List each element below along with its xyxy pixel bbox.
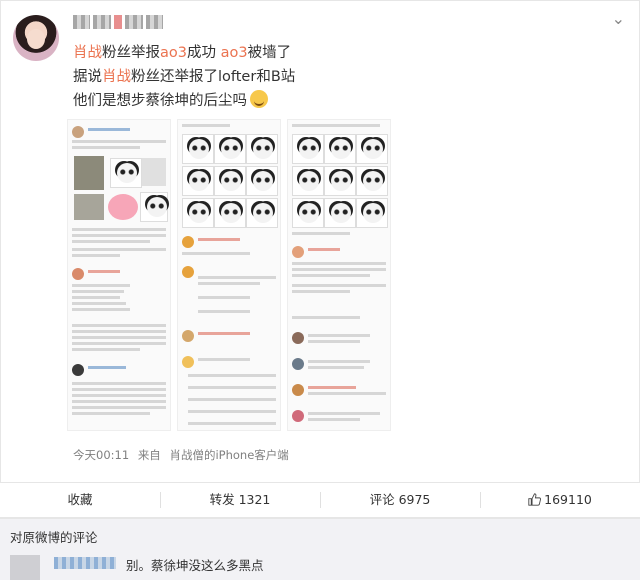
post-meta: 今天00:11 来自 肖战僧的iPhone客户端 <box>73 447 294 463</box>
repost-button[interactable]: 转发 1321 <box>160 483 320 517</box>
comment-username-blurred[interactable] <box>54 557 116 569</box>
like-button[interactable]: 169110 <box>480 483 640 517</box>
post-image-1[interactable] <box>67 119 171 431</box>
from-label: 来自 <box>137 448 161 462</box>
username-blurred[interactable] <box>73 15 163 33</box>
post-image-3[interactable] <box>287 119 391 431</box>
comment-section: 对原微博的评论 别。蔡徐坤没这么多黑点 <box>0 518 640 580</box>
avatar[interactable] <box>10 555 40 580</box>
chevron-down-icon[interactable]: ⌄ <box>612 9 625 28</box>
topic-link[interactable]: ao3 <box>160 45 187 61</box>
post-text: 肖战粉丝举报ao3成功 ao3被墙了 据说肖战粉丝还举报了lofter和B站 他… <box>73 41 593 113</box>
post-line-2: 据说肖战粉丝还举报了lofter和B站 <box>73 69 296 85</box>
post-source[interactable]: 肖战僧的iPhone客户端 <box>169 448 288 462</box>
post-line-3: 他们是想步蔡徐坤的后尘吗 <box>73 89 593 113</box>
image-grid <box>67 119 391 431</box>
smirk-emoji-icon <box>250 90 268 108</box>
comment-button[interactable]: 评论 6975 <box>320 483 480 517</box>
action-bar: 收藏 转发 1321 评论 6975 169110 <box>0 482 640 518</box>
post-time[interactable]: 今天00:11 <box>73 448 129 462</box>
topic-link[interactable]: 肖战 <box>73 45 102 61</box>
weibo-post: ⌄ 肖战粉丝举报ao3成功 ao3被墙了 据说肖战粉丝还举报了lofter和B站… <box>0 0 640 518</box>
topic-link[interactable]: 肖战 <box>102 69 131 85</box>
comment-header: 对原微博的评论 <box>10 530 98 545</box>
thumbs-up-icon <box>528 493 542 506</box>
topic-link[interactable]: ao3 <box>221 45 248 61</box>
favorite-button[interactable]: 收藏 <box>0 483 160 517</box>
post-image-2[interactable] <box>177 119 281 431</box>
comment-item: 别。蔡徐坤没这么多黑点 <box>10 553 630 580</box>
avatar[interactable] <box>13 15 59 61</box>
post-line-1: 肖战粉丝举报ao3成功 ao3被墙了 <box>73 45 292 61</box>
comment-text: 别。蔡徐坤没这么多黑点 <box>126 558 264 573</box>
